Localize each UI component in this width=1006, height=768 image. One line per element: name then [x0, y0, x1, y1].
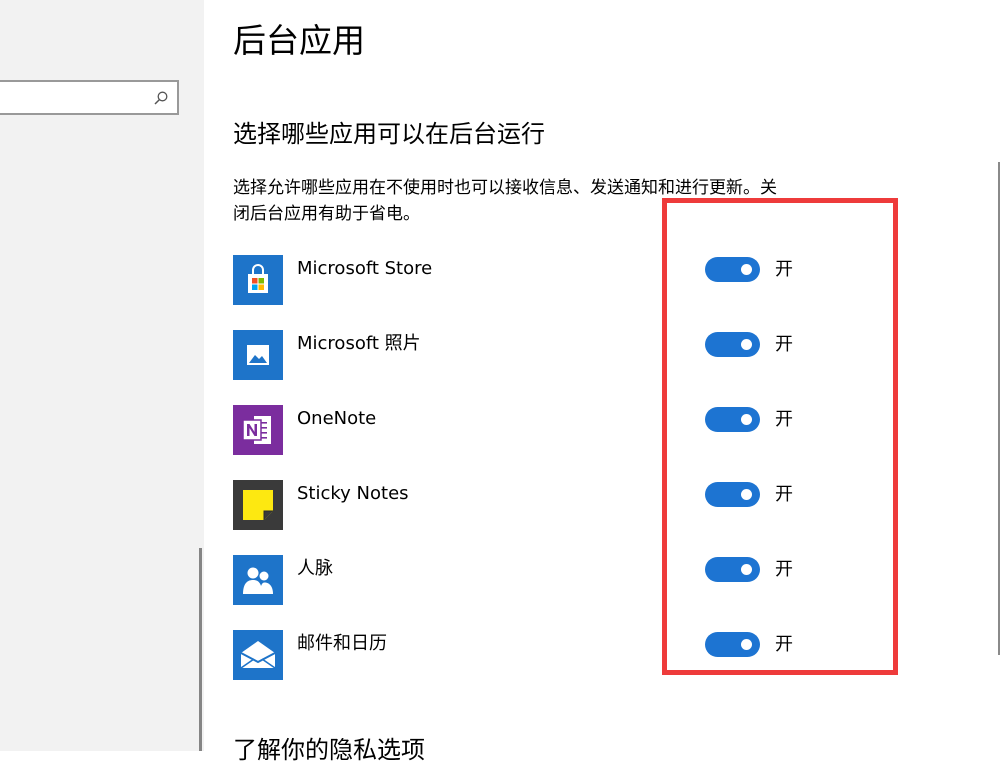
toggle-state-label: 开 — [775, 559, 793, 580]
toggle-state-label: 开 — [775, 484, 793, 505]
store-icon — [233, 255, 283, 305]
page-title: 后台应用 — [233, 21, 365, 60]
background-toggle-sticky-notes[interactable] — [705, 482, 760, 507]
toggle-state-label: 开 — [775, 409, 793, 430]
search-box[interactable] — [0, 80, 179, 115]
main-scrollbar[interactable] — [998, 162, 1000, 655]
onenote-icon — [233, 405, 283, 455]
sidebar — [0, 0, 204, 751]
sidebar-scrollbar[interactable] — [199, 548, 202, 751]
app-row-microsoft-photos: Microsoft 照片 开 — [233, 330, 833, 382]
background-toggle-onenote[interactable] — [705, 407, 760, 432]
background-toggle-mail-calendar[interactable] — [705, 632, 760, 657]
app-row-sticky-notes: Sticky Notes 开 — [233, 480, 833, 532]
photos-icon — [233, 330, 283, 380]
background-toggle-microsoft-store[interactable] — [705, 257, 760, 282]
search-icon[interactable] — [154, 91, 168, 105]
toggle-state-label: 开 — [775, 634, 793, 655]
app-row-mail-calendar: 邮件和日历 开 — [233, 630, 833, 682]
app-name: 邮件和日历 — [297, 633, 387, 654]
toggle-knob — [741, 414, 752, 425]
toggle-knob — [741, 339, 752, 350]
privacy-options-heading: 了解你的隐私选项 — [233, 736, 425, 764]
section-title: 选择哪些应用可以在后台运行 — [233, 120, 545, 148]
people-icon — [233, 555, 283, 605]
app-name: OneNote — [297, 408, 377, 429]
background-toggle-microsoft-photos[interactable] — [705, 332, 760, 357]
toggle-knob — [741, 264, 752, 275]
app-name: Sticky Notes — [297, 483, 409, 504]
toggle-state-label: 开 — [775, 334, 793, 355]
app-row-people: 人脉 开 — [233, 555, 833, 607]
app-name: Microsoft Store — [297, 258, 433, 279]
app-row-onenote: OneNote 开 — [233, 405, 833, 457]
mail-calendar-icon — [233, 630, 283, 680]
app-name: Microsoft 照片 — [297, 333, 421, 354]
sticky-notes-icon — [233, 480, 283, 530]
search-input[interactable] — [4, 86, 148, 110]
app-row-microsoft-store: Microsoft Store 开 — [233, 255, 833, 307]
app-name: 人脉 — [297, 558, 333, 579]
background-toggle-people[interactable] — [705, 557, 760, 582]
toggle-knob — [741, 489, 752, 500]
section-description: 选择允许哪些应用在不使用时也可以接收信息、发送通知和进行更新。关闭后台应用有助于… — [233, 178, 777, 224]
toggle-knob — [741, 639, 752, 650]
toggle-state-label: 开 — [775, 259, 793, 280]
toggle-knob — [741, 564, 752, 575]
